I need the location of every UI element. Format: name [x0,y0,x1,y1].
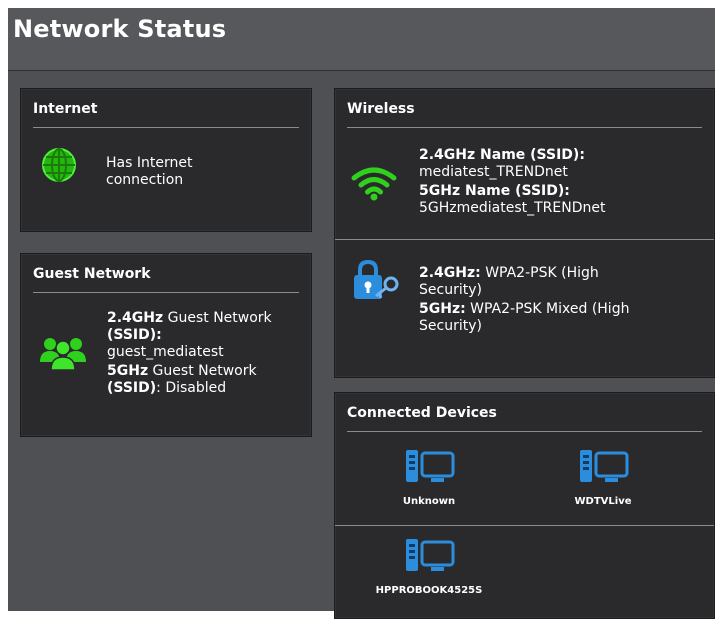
ssid-5-value: 5GHzmediatest_TRENDnet [419,200,606,216]
device-item[interactable]: WDTVLive [533,448,673,518]
panel-divider [347,431,702,432]
page-title: Network Status [13,15,227,43]
users-icon [40,338,86,371]
security-5-line: 5GHz: WPA2-PSK Mixed (High [419,301,629,318]
device-name: Unknown [402,496,456,507]
wifi-icon [351,167,397,201]
security-24-line2: Security) [419,282,482,298]
guest-24-band: 2.4GHz [107,310,164,326]
guest-5-line: 5GHz Guest Network [107,363,257,380]
guest-5-ssid-value: : Disabled [156,380,227,396]
internet-panel: Internet Has Internet connection [20,88,312,232]
guest-5-ssid-label: (SSID) [107,380,157,396]
globe-icon [42,148,76,182]
security-24-value: WPA2-PSK (High [480,265,599,281]
device-item[interactable]: HPPROBOOK4525S [359,537,499,607]
connected-devices-panel-title: Connected Devices [347,405,497,421]
ssid-24-value: mediatest_TRENDnet [419,164,568,180]
ssid-24-label: 2.4GHz Name (SSID): [419,147,585,163]
guest-24-ssid-value: guest_mediatest [107,344,224,360]
device-item[interactable]: Unknown [359,448,499,518]
guest-24-ssid-label: (SSID): [107,327,162,343]
security-5-value: WPA2-PSK Mixed (High [465,301,630,317]
guest-24-line: 2.4GHz Guest Network [107,310,272,327]
connected-devices-panel: Connected Devices Unknown WDTVLive HPPRO… [334,392,715,619]
device-name: WDTVLive [574,496,632,507]
network-status-page: Network Status Internet Has Internet con… [8,8,715,619]
computer-icon [406,539,455,571]
security-5-line2: Security) [419,318,482,334]
page-header: Network Status [8,8,715,71]
wireless-panel-title: Wireless [347,101,415,117]
security-24-line: 2.4GHz: WPA2-PSK (High [419,265,599,282]
panel-divider [335,525,714,526]
security-5-label: 5GHz: [419,301,466,317]
computer-icon [406,450,455,482]
device-name: HPPROBOOK4525S [375,585,483,596]
lock-key-icon [354,259,399,299]
internet-panel-title: Internet [33,101,98,117]
guest-5-network-label: Guest Network [148,363,257,379]
ssid-5-label: 5GHz Name (SSID): [419,183,570,199]
wireless-panel: Wireless 2.4GHz Name (SSID): mediatest_T… [334,88,715,378]
computer-icon [580,450,629,482]
internet-status-line2: connection [106,172,184,188]
panel-divider [33,127,299,128]
guest-network-panel: Guest Network 2.4GHz Guest Network (SSID… [20,253,312,437]
guest-5-ssid-line: (SSID): Disabled [107,380,226,397]
panel-divider [33,292,299,293]
security-24-label: 2.4GHz: [419,265,481,281]
guest-24-network-label: Guest Network [163,310,272,326]
panel-divider [347,127,702,128]
guest-network-panel-title: Guest Network [33,266,151,282]
panel-divider [335,239,714,240]
guest-5-band: 5GHz [107,363,149,379]
internet-status-line1: Has Internet [106,155,193,171]
